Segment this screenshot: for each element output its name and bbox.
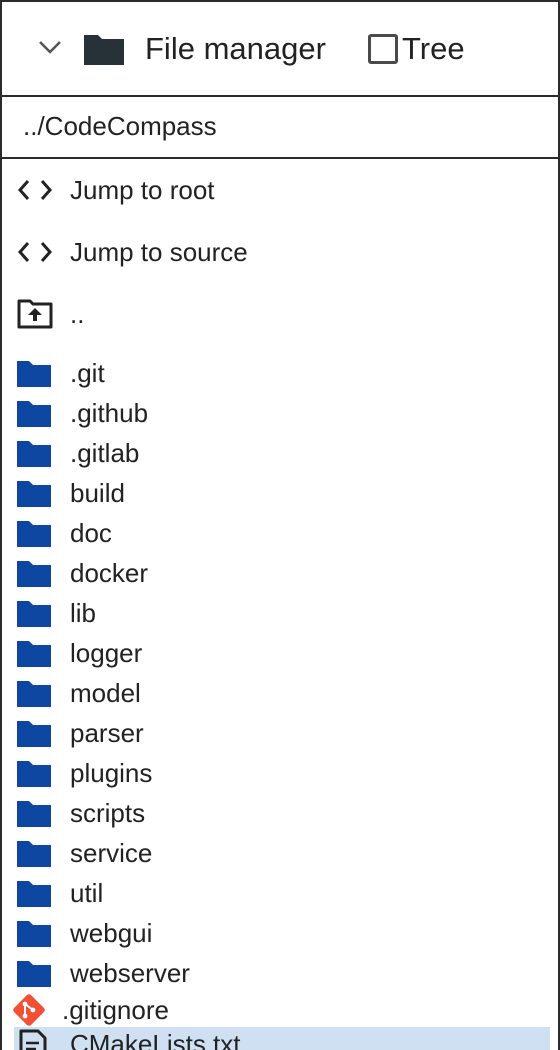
folder-icon [16, 713, 52, 753]
folder-row-label: .github [70, 398, 149, 428]
action-row-1[interactable]: Jump to source [2, 221, 558, 283]
folder-icon [16, 953, 52, 993]
folder-row-label: docker [70, 558, 149, 588]
folder-row[interactable]: .gitlab [2, 433, 558, 473]
folder-row-label: webserver [70, 958, 190, 988]
panel-title: File manager [145, 31, 326, 66]
folder-icon [16, 833, 52, 873]
git-icon [12, 993, 46, 1027]
folder-row[interactable]: doc [2, 513, 558, 553]
file-manager-header: File manager Tree [2, 0, 558, 97]
folder-icon [16, 353, 52, 393]
folder-row[interactable]: logger [2, 633, 558, 673]
folder-row[interactable]: scripts [2, 793, 558, 833]
action-row-1-label: Jump to source [70, 237, 248, 267]
folder-row-label: .git [70, 358, 105, 388]
folder-icon [16, 393, 52, 433]
file-row[interactable]: .gitignore [2, 993, 558, 1027]
current-path: ../CodeCompass [23, 111, 217, 141]
folder-row[interactable]: .git [2, 353, 558, 393]
folder-row-label: lib [70, 598, 97, 628]
folder-row-label: util [70, 878, 104, 908]
folder-row[interactable]: docker [2, 553, 558, 593]
folder-row[interactable]: lib [2, 593, 558, 633]
folder-row[interactable]: parser [2, 713, 558, 753]
folder-up-icon [16, 283, 54, 345]
folder-icon [16, 593, 52, 633]
folder-icon [16, 633, 52, 673]
file-row-label: CMakeLists.txt [70, 1029, 241, 1050]
folder-row[interactable]: webgui [2, 913, 558, 953]
folder-row-label: logger [70, 638, 143, 668]
folder-icon [16, 513, 52, 553]
code-icon [16, 221, 54, 283]
folder-icon [16, 873, 52, 913]
folder-row-label: plugins [70, 758, 153, 788]
folder-row[interactable]: plugins [2, 753, 558, 793]
tree-checkbox[interactable] [368, 34, 398, 64]
folder-row[interactable]: util [2, 873, 558, 913]
folder-row[interactable]: service [2, 833, 558, 873]
folder-row-label: doc [70, 518, 112, 548]
file-list: Jump to root Jump to source.. .git .github.… [2, 159, 558, 1050]
action-row-2-label: .. [70, 299, 85, 329]
folder-row[interactable]: model [2, 673, 558, 713]
folder-row[interactable]: webserver [2, 953, 558, 993]
chevron-down-icon[interactable] [35, 36, 65, 60]
folder-row-label: service [70, 838, 153, 868]
action-row-2[interactable]: .. [2, 283, 558, 345]
folder-row-label: scripts [70, 798, 146, 828]
folder-row[interactable]: .github [2, 393, 558, 433]
folder-row[interactable]: build [2, 473, 558, 513]
file-row-label: .gitignore [62, 995, 169, 1025]
folder-row-label: parser [70, 718, 144, 748]
folder-row-label: model [70, 678, 141, 708]
folder-icon [16, 793, 52, 833]
folder-icon [16, 553, 52, 593]
folder-icon [16, 673, 52, 713]
tree-label: Tree [402, 31, 465, 66]
file-manager-panel: File manager Tree ../CodeCompass Jump to… [0, 0, 560, 1050]
file-row[interactable]: CMakeLists.txt [14, 1027, 550, 1050]
text-file-icon [16, 1027, 50, 1050]
tree-toggle[interactable]: Tree [368, 31, 465, 67]
action-row-0[interactable]: Jump to root [2, 159, 558, 221]
folder-icon [16, 433, 52, 473]
folder-icon [16, 913, 52, 953]
current-path-bar: ../CodeCompass [2, 97, 558, 159]
folder-row-label: webgui [70, 918, 153, 948]
folder-icon [16, 473, 52, 513]
code-icon [16, 159, 54, 221]
folder-icon [82, 31, 126, 67]
action-row-0-label: Jump to root [70, 175, 215, 205]
folder-row-label: build [70, 478, 125, 508]
folder-icon [16, 753, 52, 793]
folder-row-label: .gitlab [70, 438, 140, 468]
